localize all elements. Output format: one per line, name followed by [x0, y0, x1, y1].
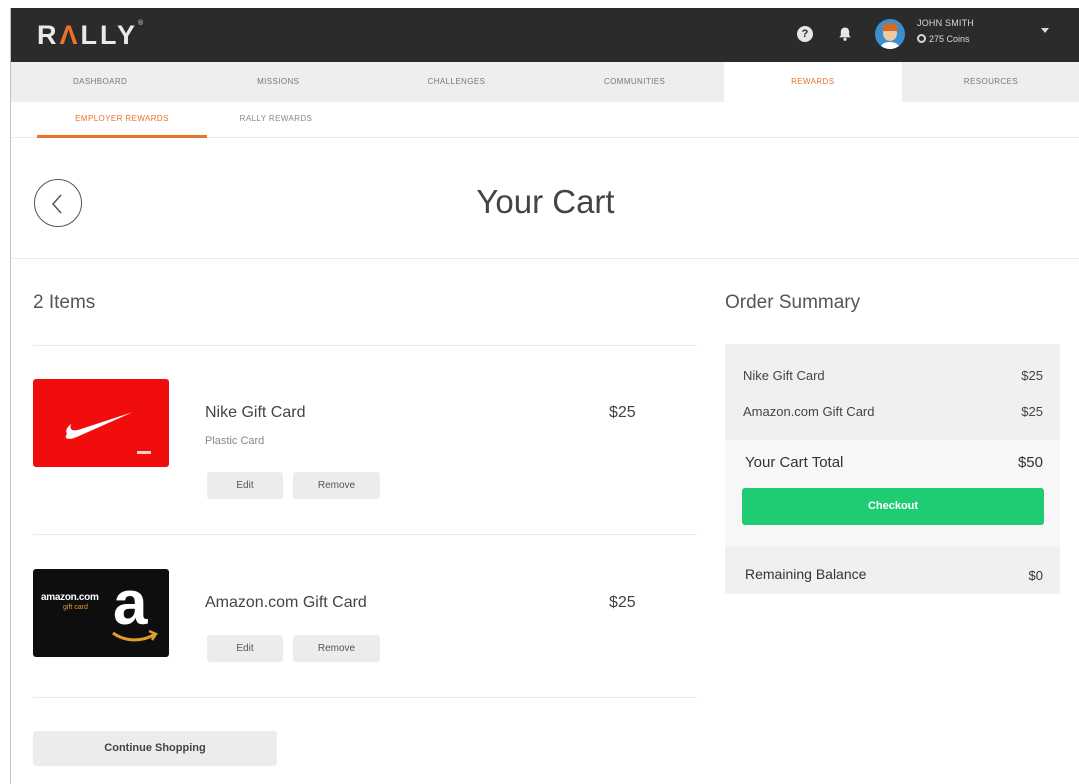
bell-icon[interactable] — [837, 26, 853, 42]
tab-communities[interactable]: COMMUNITIES — [546, 62, 724, 102]
item-name: Nike Gift Card — [205, 404, 306, 421]
user-avatar[interactable] — [875, 19, 905, 49]
user-name[interactable]: JOHN SMITH — [917, 18, 974, 28]
summary-line-value: $25 — [1021, 404, 1043, 419]
app-frame: RΛLLY® ? JOHN SMITH 275 Coins DASHBOARD … — [10, 8, 1079, 784]
coin-balance: 275 Coins — [917, 34, 970, 44]
amazon-card-subtext: gift card — [63, 604, 88, 611]
cart-total-label: Your Cart Total — [745, 454, 844, 471]
remaining-balance-label: Remaining Balance — [745, 566, 867, 582]
page-header: Your Cart — [11, 139, 1079, 259]
remove-button[interactable]: Remove — [293, 472, 380, 499]
cart-total-block: Your Cart Total $50 Checkout — [725, 440, 1060, 546]
cart-total-row: Your Cart Total $50 — [745, 454, 1043, 471]
nike-swoosh-icon — [65, 412, 151, 454]
remove-button[interactable]: Remove — [293, 635, 380, 662]
coin-balance-text: 275 Coins — [929, 34, 970, 44]
summary-line: Amazon.com Gift Card $25 — [743, 404, 1043, 419]
main-nav: DASHBOARD MISSIONS CHALLENGES COMMUNITIE… — [11, 62, 1079, 102]
subtab-rally-rewards[interactable]: RALLY REWARDS — [221, 102, 331, 138]
item-subtitle: Plastic Card — [205, 435, 265, 447]
edit-button[interactable]: Edit — [207, 635, 283, 662]
amazon-smile-icon — [112, 629, 158, 642]
rally-logo[interactable]: RΛLLY® — [37, 20, 143, 51]
summary-line-value: $25 — [1021, 368, 1043, 383]
tab-resources[interactable]: RESOURCES — [902, 62, 1079, 102]
amazon-card-text: amazon.com — [41, 592, 99, 603]
items-count: 2 Items — [33, 292, 96, 313]
summary-line: Nike Gift Card $25 — [743, 368, 1043, 383]
tab-rewards[interactable]: REWARDS — [723, 62, 902, 102]
cart-total-value: $50 — [1017, 454, 1043, 471]
divider — [33, 534, 697, 535]
coin-icon — [917, 34, 926, 43]
order-summary-panel: Nike Gift Card $25 Amazon.com Gift Card … — [725, 344, 1060, 594]
sub-nav: EMPLOYER REWARDS RALLY REWARDS — [11, 102, 1079, 138]
chevron-down-icon[interactable] — [1041, 28, 1049, 33]
edit-button[interactable]: Edit — [207, 472, 283, 499]
amazon-gift-card-image: amazon.com gift card a — [33, 569, 169, 657]
item-price: $25 — [609, 404, 636, 421]
page-title: Your Cart — [476, 183, 615, 220]
order-summary-title: Order Summary — [725, 292, 861, 313]
item-price: $25 — [609, 594, 636, 611]
help-icon[interactable]: ? — [797, 26, 813, 42]
subtab-employer-rewards[interactable]: EMPLOYER REWARDS — [37, 102, 207, 138]
divider — [33, 345, 697, 346]
top-bar: RΛLLY® ? JOHN SMITH 275 Coins — [11, 8, 1079, 62]
amazon-logo-letter: a — [113, 569, 148, 638]
item-name: Amazon.com Gift Card — [205, 594, 367, 611]
continue-shopping-button[interactable]: Continue Shopping — [33, 731, 277, 766]
tab-challenges[interactable]: CHALLENGES — [367, 62, 545, 102]
nike-gift-card-image — [33, 379, 169, 467]
remaining-balance-value: $0 — [1028, 568, 1043, 583]
checkout-button[interactable]: Checkout — [742, 488, 1044, 525]
tab-dashboard[interactable]: DASHBOARD — [11, 62, 189, 102]
summary-line-label: Amazon.com Gift Card — [743, 404, 875, 419]
remaining-balance-row: Remaining Balance $0 — [745, 566, 1043, 583]
tab-missions[interactable]: MISSIONS — [189, 62, 367, 102]
divider — [33, 697, 697, 698]
summary-line-label: Nike Gift Card — [743, 368, 825, 383]
